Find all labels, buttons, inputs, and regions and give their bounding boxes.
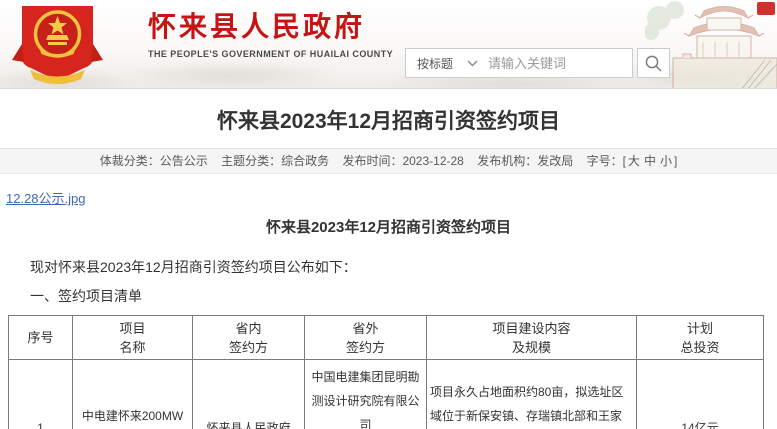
fontsize-large-button[interactable]: 大: [628, 154, 640, 168]
cell-planned-investment: 14亿元: [637, 360, 764, 429]
meta-publish-date: 发布时间：2023-12-28: [342, 154, 463, 168]
national-emblem-icon: [10, 4, 105, 84]
site-brand[interactable]: 怀来县人民政府 THE PEOPLE'S GOVERNMENT OF HUAIL…: [148, 10, 393, 59]
table-header-row: 序号 项目 名称 省内 签约方 省外 签约方 项目建设内容 及规模 计划 总投资: [9, 316, 764, 360]
article: 怀来县2023年12月招商引资签约项目 体裁分类：公告公示 主题分类：综合政务 …: [0, 105, 777, 429]
meta-genre: 体裁分类：公告公示: [100, 154, 208, 168]
search-icon: [644, 54, 663, 73]
projects-table: 序号 项目 名称 省内 签约方 省外 签约方 项目建设内容 及规模 计划 总投资…: [8, 315, 764, 429]
col-header-planned-investment: 计划 总投资: [637, 316, 764, 360]
col-header-out-province-party: 省外 签约方: [305, 316, 427, 360]
chevron-down-icon: [467, 60, 478, 67]
cell-number: 1: [9, 360, 73, 429]
cell-out-province-party: 中国电建集团昆明勘 测设计研究院有限公 司 中电建新能源集团股: [305, 360, 427, 429]
site-name-english: THE PEOPLE'S GOVERNMENT OF HUAILAI COUNT…: [148, 49, 393, 59]
col-header-in-province-party: 省内 签约方: [193, 316, 305, 360]
article-subtitle: 怀来县2023年12月招商引资签约项目: [0, 216, 777, 237]
attachment-link[interactable]: 12.28公示.jpg: [6, 188, 86, 207]
cell-project-name: 中电建怀来200MW 风力发电项目: [73, 360, 193, 429]
section-heading: 一、签约项目清单: [0, 286, 777, 306]
fontsize-medium-button[interactable]: 中: [644, 154, 656, 168]
meta-agency: 发布机构：发改局: [477, 154, 573, 168]
meta-theme: 主题分类：综合政务: [221, 154, 329, 168]
search-button[interactable]: [637, 48, 670, 78]
page: 怀来县人民政府 THE PEOPLE'S GOVERNMENT OF HUAIL…: [0, 0, 777, 429]
search-category-value: 按标题: [417, 55, 453, 72]
col-header-number: 序号: [9, 316, 73, 360]
search-box: 按标题: [405, 48, 633, 78]
article-meta: 体裁分类：公告公示 主题分类：综合政务 发布时间：2023-12-28 发布机构…: [0, 148, 777, 174]
site-name: 怀来县人民政府: [148, 10, 393, 44]
col-header-project-name: 项目 名称: [73, 316, 193, 360]
meta-fontsize: 字号：[大中小]: [587, 154, 678, 168]
search-input[interactable]: [488, 56, 632, 71]
article-intro: 现对怀来县2023年12月招商引资签约项目公布如下：: [0, 257, 777, 277]
fontsize-small-button[interactable]: 小: [660, 154, 672, 168]
site-header: 怀来县人民政府 THE PEOPLE'S GOVERNMENT OF HUAIL…: [0, 0, 777, 89]
corner-widget[interactable]: [757, 2, 775, 15]
cell-in-province-party: 怀来县人民政府: [193, 360, 305, 429]
search-bar: 按标题: [405, 48, 670, 78]
col-header-construction-content: 项目建设内容 及规模: [427, 316, 637, 360]
cell-construction-content: 项目永久占地面积约80亩，拟选址区 域位于新保安镇、存瑞镇北部和王家楼 回族乡西…: [427, 360, 637, 429]
page-title: 怀来县2023年12月招商引资签约项目: [0, 105, 777, 135]
table-row: 1 中电建怀来200MW 风力发电项目 怀来县人民政府 中国电建集团昆明勘 测设…: [9, 360, 764, 429]
search-category-dropdown[interactable]: 按标题: [406, 55, 488, 72]
cloud-decoration: [120, 62, 340, 88]
